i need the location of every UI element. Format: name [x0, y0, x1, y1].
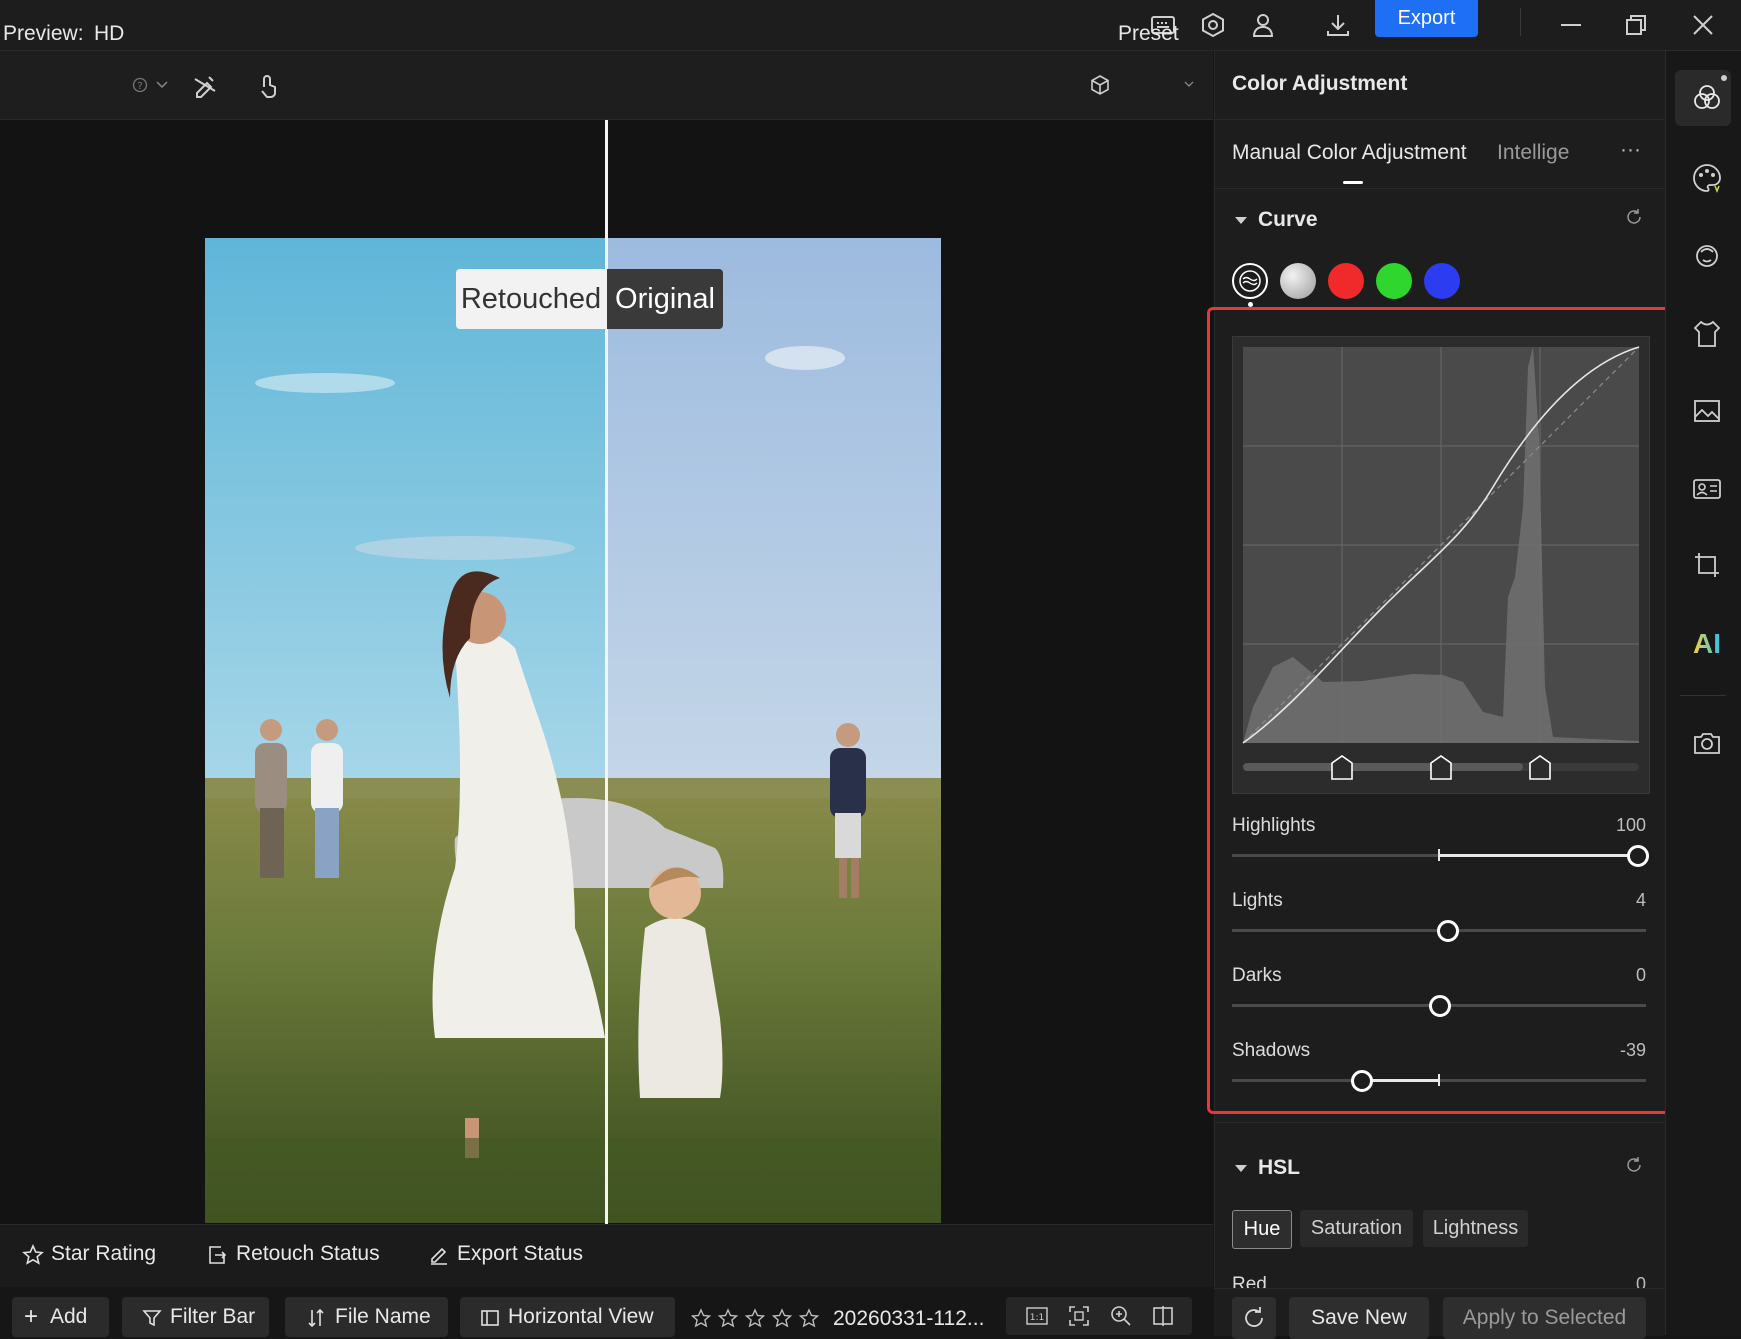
layout-icon — [480, 1308, 500, 1328]
divider — [1214, 119, 1664, 120]
active-tab-indicator — [1343, 181, 1363, 184]
reset-icon[interactable] — [1624, 1155, 1644, 1175]
save-new-button[interactable]: Save New — [1289, 1297, 1429, 1339]
edit-icon[interactable] — [428, 1244, 450, 1266]
curve-channel-rgb[interactable] — [1280, 263, 1316, 299]
panel-title: Color Adjustment — [1232, 72, 1408, 95]
brush-off-icon[interactable] — [191, 71, 219, 99]
collapse-caret-icon[interactable] — [1234, 1162, 1248, 1174]
original-label: Original — [607, 269, 723, 329]
rating-stars[interactable] — [690, 1307, 825, 1331]
settings-hex-icon[interactable] — [1199, 11, 1227, 39]
status-filter-bar — [0, 1224, 1213, 1287]
divider — [1520, 8, 1521, 36]
add-label: Add — [50, 1305, 88, 1328]
preview-quality-select[interactable]: HD — [94, 22, 124, 46]
hsl-tab-saturation[interactable]: Saturation — [1300, 1210, 1413, 1247]
export-button[interactable]: Export — [1375, 0, 1478, 37]
preview-toolbar — [0, 51, 1213, 120]
hsl-red-label: Red — [1232, 1274, 1267, 1288]
hsl-heading[interactable]: HSL — [1258, 1156, 1300, 1180]
hsl-tab-hue[interactable]: Hue — [1232, 1210, 1292, 1249]
reset-icon[interactable] — [1624, 207, 1644, 227]
ai-tools-label[interactable]: AI — [1693, 628, 1721, 660]
divider — [1214, 1122, 1664, 1123]
compare-icon[interactable] — [1152, 1305, 1174, 1327]
tab-intelligent[interactable]: Intellige — [1497, 141, 1569, 165]
retouch-status-filter[interactable]: Retouch Status — [236, 1242, 380, 1266]
portrait-retouch-icon[interactable] — [1691, 240, 1723, 272]
tab-manual-color-adjustment[interactable]: Manual Color Adjustment — [1232, 141, 1467, 165]
filter-bar-button[interactable]: Filter Bar — [122, 1297, 269, 1337]
background-icon[interactable] — [1691, 395, 1723, 427]
zoom-in-icon[interactable] — [1110, 1305, 1132, 1327]
color-adjust-icon[interactable] — [1691, 82, 1723, 114]
sort-file-name-button[interactable]: File Name — [285, 1297, 448, 1337]
preset-cube-icon[interactable] — [1088, 73, 1112, 97]
title-bar: Export — [0, 0, 1741, 51]
view-tools-group: 1:1 — [1006, 1297, 1192, 1335]
user-icon[interactable] — [1249, 11, 1277, 39]
funnel-icon — [142, 1308, 162, 1328]
file-name-label: File Name — [335, 1305, 431, 1328]
svg-text:?: ? — [137, 81, 142, 92]
retouched-label: Retouched — [456, 269, 606, 329]
id-photo-icon[interactable] — [1691, 473, 1723, 505]
collapse-caret-icon[interactable] — [1234, 214, 1248, 226]
curve-channel-blue[interactable] — [1424, 263, 1460, 299]
restore-icon[interactable] — [1622, 11, 1650, 39]
sort-icon — [307, 1307, 325, 1329]
help-icon[interactable]: ? — [132, 77, 148, 93]
photo-preview[interactable] — [205, 238, 941, 1223]
filter-bar-label: Filter Bar — [170, 1305, 256, 1328]
file-name-text: 20260331-112... — [833, 1307, 985, 1330]
ai-palette-icon[interactable] — [1691, 162, 1723, 194]
retouch-status-icon[interactable] — [206, 1244, 228, 1266]
notification-dot — [1721, 75, 1727, 81]
export-status-filter[interactable]: Export Status — [457, 1242, 583, 1266]
hsl-tab-lightness[interactable]: Lightness — [1423, 1210, 1528, 1247]
divider — [1214, 188, 1664, 189]
chevron-down-icon[interactable] — [155, 79, 169, 91]
camera-icon[interactable] — [1691, 727, 1723, 759]
actual-size-icon[interactable]: 1:1 — [1026, 1306, 1048, 1326]
preset-button[interactable]: Preset — [1118, 22, 1179, 46]
divider — [1680, 695, 1726, 696]
download-icon[interactable] — [1324, 11, 1352, 39]
chevron-down-icon[interactable] — [1183, 79, 1195, 89]
horizontal-view-label: Horizontal View — [508, 1305, 654, 1328]
hsl-red-value[interactable]: 0 — [1586, 1274, 1646, 1288]
apply-to-selected-button[interactable]: Apply to Selected — [1443, 1297, 1646, 1339]
fit-screen-icon[interactable] — [1068, 1305, 1090, 1327]
focus-highlight-frame — [1207, 307, 1692, 1114]
star-rating-filter[interactable]: Star Rating — [51, 1242, 156, 1266]
curve-channel-red[interactable] — [1328, 263, 1364, 299]
more-options-button[interactable]: ··· — [1620, 138, 1641, 162]
curve-heading[interactable]: Curve — [1258, 208, 1318, 232]
body-shape-icon[interactable] — [1691, 318, 1723, 350]
horizontal-view-button[interactable]: Horizontal View — [460, 1297, 675, 1337]
close-icon[interactable] — [1689, 11, 1717, 39]
curve-channel-luminance[interactable] — [1232, 263, 1268, 299]
minimize-icon[interactable] — [1557, 11, 1585, 39]
add-button[interactable]: + Add — [12, 1297, 109, 1337]
svg-text:1:1: 1:1 — [1030, 1313, 1044, 1323]
crop-icon[interactable] — [1691, 551, 1723, 583]
star-icon[interactable] — [22, 1244, 44, 1266]
reset-all-button[interactable] — [1232, 1297, 1276, 1339]
touch-gesture-icon[interactable] — [254, 71, 282, 99]
preview-label: Preview: — [3, 22, 84, 45]
curve-channel-green[interactable] — [1376, 263, 1412, 299]
